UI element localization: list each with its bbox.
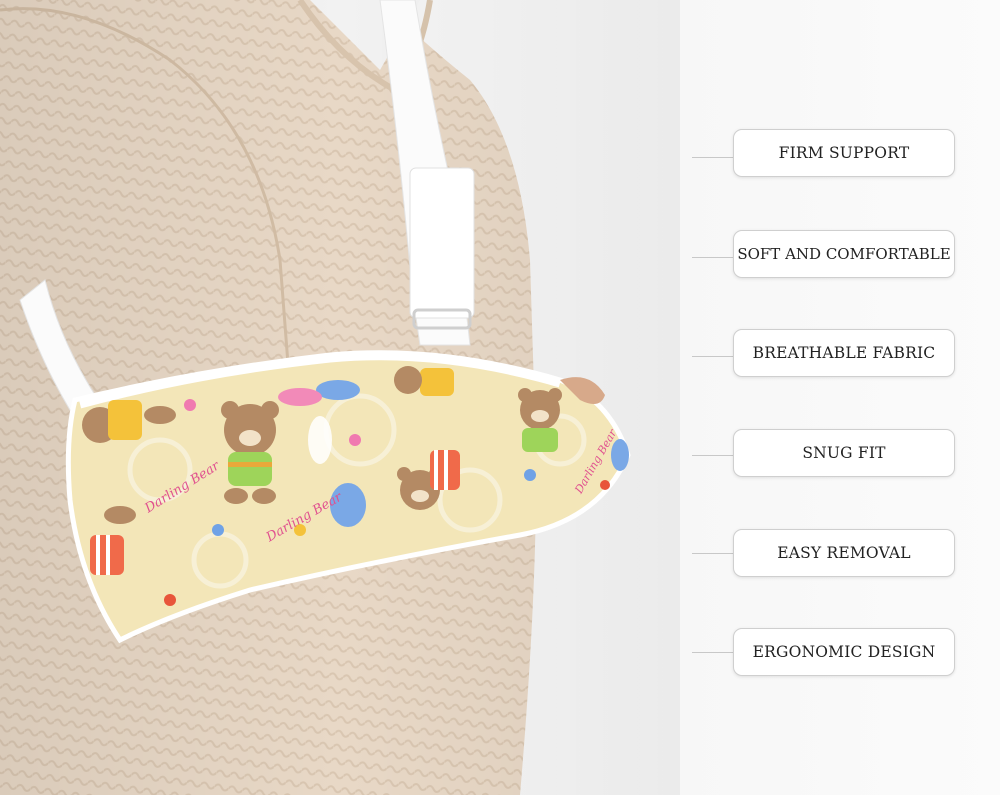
feature-firm-support: FIRM SUPPORT bbox=[733, 129, 955, 177]
feature-snug-fit: SNUG FIT bbox=[733, 429, 955, 477]
leader-line bbox=[692, 455, 734, 456]
feature-callouts: FIRM SUPPORT SOFT AND COMFORTABLE BREATH… bbox=[0, 0, 1000, 795]
feature-ergonomic-design: ERGONOMIC DESIGN bbox=[733, 628, 955, 676]
leader-line bbox=[692, 157, 734, 158]
feature-breathable-fabric: BREATHABLE FABRIC bbox=[733, 329, 955, 377]
feature-easy-removal: EASY REMOVAL bbox=[733, 529, 955, 577]
leader-line bbox=[692, 652, 734, 653]
leader-line bbox=[692, 356, 734, 357]
leader-line bbox=[692, 257, 734, 258]
feature-soft-and-comfortable: SOFT AND COMFORTABLE bbox=[733, 230, 955, 278]
product-scene: Darling Bear Darling Bear Darling Bear F… bbox=[0, 0, 1000, 795]
leader-line bbox=[692, 553, 734, 554]
